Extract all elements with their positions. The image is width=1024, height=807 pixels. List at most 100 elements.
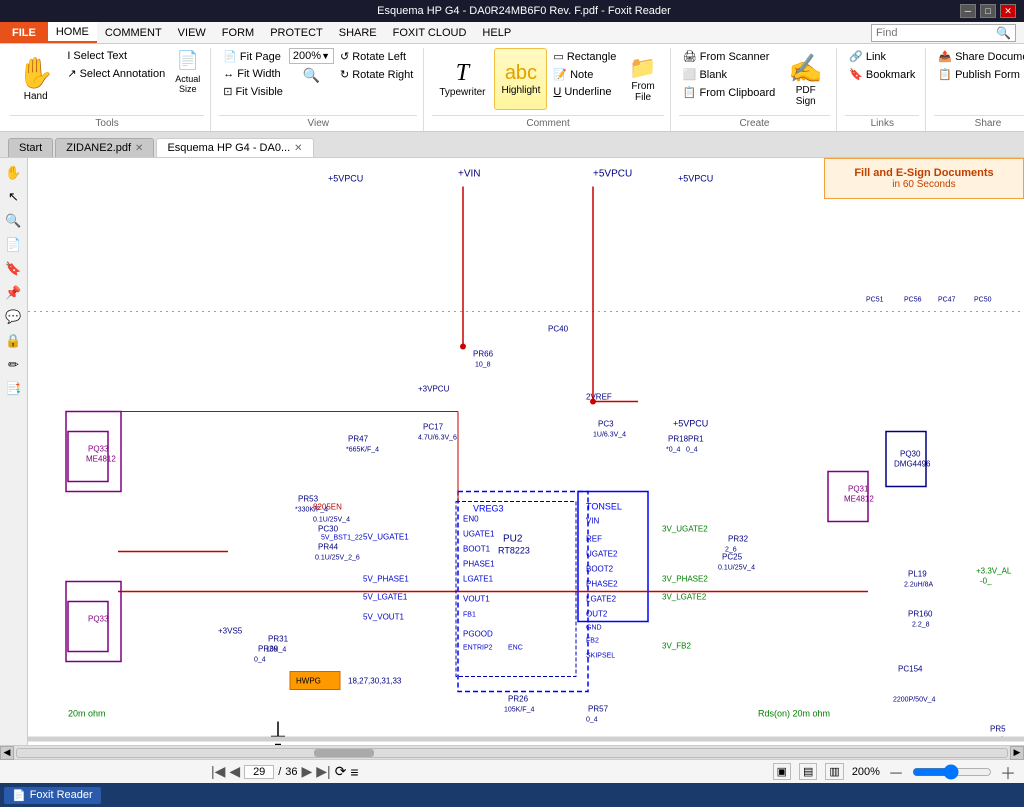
menu-share[interactable]: SHARE bbox=[331, 22, 385, 43]
svg-text:PHASE1: PHASE1 bbox=[463, 560, 495, 569]
sidebar-btn-pages[interactable]: 📄 bbox=[3, 234, 25, 256]
sidebar-btn-bookmarks[interactable]: 🔖 bbox=[3, 258, 25, 280]
scroll-right-arrow[interactable]: ▶ bbox=[1010, 746, 1024, 760]
menu-view[interactable]: VIEW bbox=[170, 22, 214, 43]
menu-bar: FILE HOME COMMENT VIEW FORM PROTECT SHAR… bbox=[0, 22, 1024, 44]
reflow-icon[interactable]: ⟳ bbox=[335, 763, 347, 780]
horizontal-scrollbar: ◀ ▶ bbox=[0, 745, 1024, 759]
close-button[interactable]: ✕ bbox=[1000, 4, 1016, 18]
share-document-button[interactable]: 📤 Share Document bbox=[934, 48, 1024, 65]
view-mode-single[interactable]: ▣ bbox=[773, 763, 791, 780]
sidebar-btn-security[interactable]: 🔒 bbox=[3, 330, 25, 352]
view-mode-continuous[interactable]: ▥ bbox=[825, 763, 843, 780]
view-mode-double[interactable]: ▤ bbox=[799, 763, 817, 780]
tab-zidane-close[interactable]: ✕ bbox=[135, 143, 143, 154]
last-page-button[interactable]: ▶| bbox=[316, 763, 330, 780]
sidebar-btn-comments[interactable]: 💬 bbox=[3, 306, 25, 328]
typewriter-button[interactable]: T Typewriter bbox=[432, 48, 492, 110]
tab-esquema[interactable]: Esquema HP G4 - DA0... ✕ bbox=[156, 138, 313, 157]
sidebar-btn-hand[interactable]: ✋ bbox=[3, 162, 25, 184]
rotate-right-button[interactable]: ↻ Rotate Right bbox=[336, 66, 417, 83]
note-button[interactable]: 📝 Note bbox=[549, 66, 620, 83]
svg-text:PC17: PC17 bbox=[423, 423, 444, 432]
restore-button[interactable]: □ bbox=[980, 4, 996, 18]
menu-form[interactable]: FORM bbox=[214, 22, 262, 43]
blank-button[interactable]: ⬜ Blank bbox=[679, 66, 780, 83]
rotate-left-button[interactable]: ↺ Rotate Left bbox=[336, 48, 417, 65]
fit-page-button[interactable]: 📄 Fit Page bbox=[219, 48, 287, 65]
minimize-button[interactable]: ─ bbox=[960, 4, 976, 18]
zoom-out-button[interactable]: － bbox=[888, 760, 904, 784]
sidebar-btn-zoom[interactable]: 🔍 bbox=[3, 210, 25, 232]
menu-foxit-cloud[interactable]: FOXIT CLOUD bbox=[385, 22, 475, 43]
ribbon-group-view: 📄 Fit Page ↔ Fit Width ⊡ Fit Visible 200… bbox=[213, 48, 424, 131]
search-box: 🔍 bbox=[871, 24, 1016, 42]
svg-text:VIN: VIN bbox=[586, 517, 600, 526]
sidebar-btn-annotations[interactable]: 📌 bbox=[3, 282, 25, 304]
search-input[interactable] bbox=[876, 27, 996, 39]
scroll-track[interactable] bbox=[16, 748, 1008, 758]
publish-form-button[interactable]: 📋 Publish Form bbox=[934, 66, 1024, 83]
zoom-slider[interactable] bbox=[912, 764, 992, 780]
svg-text:BOOT2: BOOT2 bbox=[586, 565, 614, 574]
select-annotation-icon: ↗ bbox=[67, 67, 76, 80]
svg-text:EN0: EN0 bbox=[463, 515, 479, 524]
first-page-button[interactable]: |◀ bbox=[211, 763, 225, 780]
select-text-button[interactable]: I Select Text bbox=[63, 48, 169, 64]
fit-visible-button[interactable]: ⊡ Fit Visible bbox=[219, 83, 287, 100]
tab-start[interactable]: Start bbox=[8, 138, 53, 157]
select-annotation-button[interactable]: ↗ Select Annotation bbox=[63, 65, 169, 82]
zoom-controls: 🔍 bbox=[303, 67, 320, 84]
bookmark-button[interactable]: 🔖 Bookmark bbox=[845, 66, 919, 83]
next-page-button[interactable]: ▶ bbox=[302, 763, 313, 780]
zoom-in-button[interactable]: ＋ bbox=[1000, 760, 1016, 784]
fit-width-button[interactable]: ↔ Fit Width bbox=[219, 66, 287, 82]
page-total: 36 bbox=[285, 766, 297, 778]
menu-help[interactable]: HELP bbox=[474, 22, 519, 43]
pdf-sign-button[interactable]: ✍ PDFSign bbox=[781, 48, 830, 110]
scroll-thumb[interactable] bbox=[314, 749, 374, 757]
foxit-taskbar-label: Foxit Reader bbox=[30, 789, 93, 801]
svg-text:PR39: PR39 bbox=[258, 645, 279, 654]
fit-width-icon: ↔ bbox=[223, 68, 234, 80]
tab-esquema-label: Esquema HP G4 - DA0... bbox=[167, 142, 290, 154]
menu-file[interactable]: FILE bbox=[0, 22, 48, 43]
search-icon: 🔍 bbox=[996, 26, 1011, 40]
sidebar-btn-select[interactable]: ↖ bbox=[3, 186, 25, 208]
tab-esquema-close[interactable]: ✕ bbox=[294, 143, 302, 154]
prev-page-button[interactable]: ◀ bbox=[229, 763, 240, 780]
scroll-left-arrow[interactable]: ◀ bbox=[0, 746, 14, 760]
from-scanner-button[interactable]: 🖨 From Scanner bbox=[679, 48, 780, 65]
svg-text:+3.3V_AL: +3.3V_AL bbox=[976, 567, 1012, 576]
from-clipboard-button[interactable]: 📋 From Clipboard bbox=[679, 84, 780, 101]
svg-text:PC56: PC56 bbox=[904, 297, 922, 304]
zoom-out-icon[interactable]: 🔍 bbox=[303, 67, 320, 84]
underline-button[interactable]: U Underline bbox=[549, 84, 620, 100]
highlight-button[interactable]: abc Highlight bbox=[494, 48, 547, 110]
taskbar-foxit[interactable]: 📄 Foxit Reader bbox=[4, 787, 101, 804]
svg-text:BOOT1: BOOT1 bbox=[463, 545, 491, 554]
ribbon-group-tools: ✋ Hand I Select Text ↗ Select Annotation bbox=[4, 48, 211, 131]
rectangle-button[interactable]: ▭ Rectangle bbox=[549, 48, 620, 65]
menu-protect[interactable]: PROTECT bbox=[262, 22, 331, 43]
sidebar-btn-layers[interactable]: 📑 bbox=[3, 378, 25, 400]
link-button[interactable]: 🔗 Link bbox=[845, 48, 919, 65]
svg-text:5V_LGATE1: 5V_LGATE1 bbox=[363, 593, 408, 602]
view-group-label: View bbox=[219, 115, 417, 131]
foxit-taskbar-icon: 📄 bbox=[12, 789, 26, 802]
document-canvas[interactable]: Fill and E-Sign Documents in 60 Seconds … bbox=[28, 158, 1024, 745]
page-number-input[interactable] bbox=[244, 765, 274, 779]
rotate-right-icon: ↻ bbox=[340, 68, 349, 81]
menu-home[interactable]: HOME bbox=[48, 22, 97, 43]
svg-text:FB1: FB1 bbox=[463, 612, 476, 619]
continuous-icon[interactable]: ≡ bbox=[350, 764, 358, 780]
menu-comment[interactable]: COMMENT bbox=[97, 22, 170, 43]
select-text-icon: I bbox=[67, 50, 70, 62]
svg-text:+VIN: +VIN bbox=[458, 169, 481, 180]
hand-tool-button[interactable]: ✋ Hand bbox=[10, 48, 61, 110]
zoom-dropdown[interactable]: 200% ▼ bbox=[289, 48, 334, 64]
from-file-button[interactable]: 📁 FromFile bbox=[622, 48, 663, 110]
actual-size-button[interactable]: 📄 ActualSize bbox=[171, 48, 204, 96]
tab-zidane[interactable]: ZIDANE2.pdf ✕ bbox=[55, 138, 154, 157]
sidebar-btn-signatures[interactable]: ✏ bbox=[3, 354, 25, 376]
